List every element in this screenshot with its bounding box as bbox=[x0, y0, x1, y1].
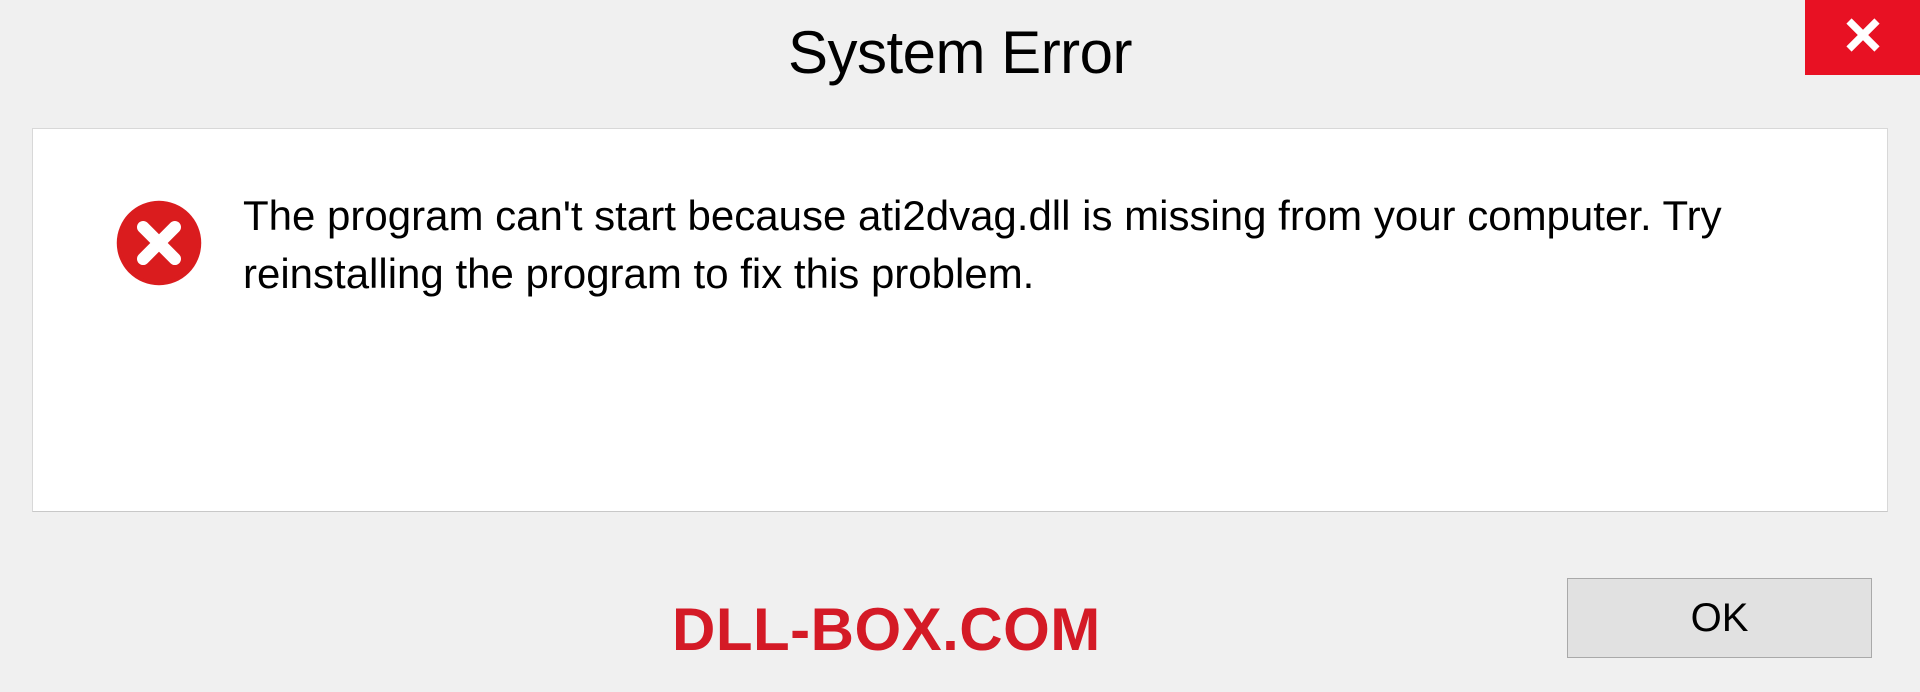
error-message: The program can't start because ati2dvag… bbox=[243, 187, 1823, 303]
watermark-text: DLL-BOX.COM bbox=[672, 595, 1101, 664]
dialog-title: System Error bbox=[788, 18, 1132, 87]
close-button[interactable] bbox=[1805, 0, 1920, 75]
titlebar: System Error bbox=[0, 0, 1920, 100]
system-error-dialog: System Error The program can't start bec… bbox=[0, 0, 1920, 692]
error-icon bbox=[115, 199, 203, 287]
close-icon bbox=[1842, 14, 1884, 61]
ok-button[interactable]: OK bbox=[1567, 578, 1872, 658]
message-panel: The program can't start because ati2dvag… bbox=[32, 128, 1888, 512]
